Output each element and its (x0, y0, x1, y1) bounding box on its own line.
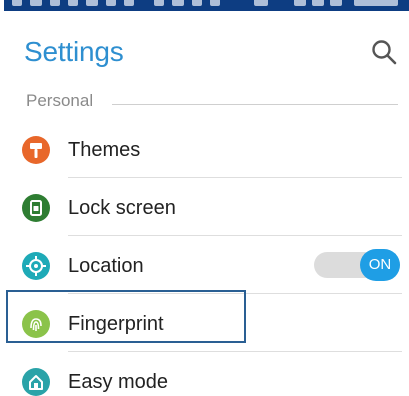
settings-item-label: Lock screen (68, 197, 176, 219)
list-divider (68, 351, 402, 352)
toggle-state-label: ON (368, 256, 392, 273)
lock-screen-icon (22, 194, 50, 222)
page-title: Settings (24, 36, 124, 67)
location-toggle[interactable]: ON (314, 249, 402, 281)
settings-item-label: Themes (68, 139, 141, 161)
settings-item-easy-mode[interactable]: Easy mode (4, 353, 409, 396)
themes-brush-icon (22, 136, 50, 164)
list-divider (68, 235, 402, 236)
status-bar (4, 0, 409, 11)
settings-item-lock-screen[interactable]: Lock screen (4, 179, 409, 236)
list-divider (68, 177, 402, 178)
easy-mode-icon (22, 368, 50, 396)
search-icon[interactable] (370, 38, 398, 66)
section-divider (112, 104, 398, 105)
settings-screen: Settings Personal Themes Lock screen Loc… (4, 0, 409, 396)
settings-item-label: Location (68, 255, 144, 277)
settings-item-themes[interactable]: Themes (4, 121, 409, 178)
settings-item-label: Easy mode (68, 371, 169, 393)
section-header-personal: Personal (26, 91, 94, 110)
fingerprint-highlight-box (6, 290, 246, 343)
location-target-icon (22, 252, 50, 280)
